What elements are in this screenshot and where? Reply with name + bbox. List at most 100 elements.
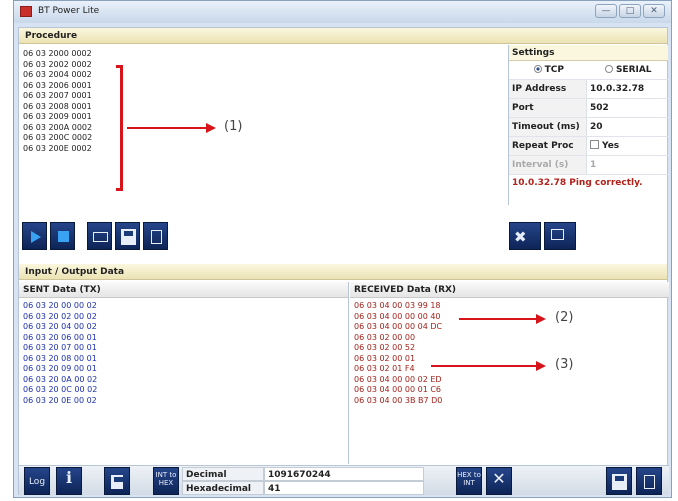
app-icon	[20, 6, 32, 17]
procedure-line[interactable]: 06 03 2007 0001	[23, 91, 507, 102]
sent-line: 06 03 20 00 00 02	[23, 301, 97, 310]
port-label: Port	[509, 99, 587, 117]
network-icon	[551, 229, 564, 240]
clear-output-button[interactable]	[636, 467, 662, 495]
clear-converter-button[interactable]: ✕	[486, 467, 512, 495]
calculator-icon	[111, 475, 123, 489]
sent-line: 06 03 20 04 00 02	[23, 322, 97, 331]
bottom-toolbar: Log i INT to HEX Decimal 1091670244 Hexa…	[19, 465, 669, 495]
received-line: 06 03 04 00 00 01 C6	[354, 385, 442, 394]
radio-selected-icon	[533, 65, 542, 73]
received-line: 06 03 04 00 3B B7 D0	[354, 395, 443, 405]
open-folder-icon	[93, 232, 108, 242]
radio-empty-icon	[604, 65, 613, 73]
procedure-line[interactable]: 06 03 200E 0002	[23, 144, 507, 155]
timeout-field[interactable]: 20	[587, 118, 668, 136]
timeout-label: Timeout (ms)	[509, 118, 587, 136]
procedure-line[interactable]: 06 03 2008 0001	[23, 102, 507, 113]
sent-panel[interactable]: SENT Data (TX) 06 03 20 00 00 02 06 03 2…	[19, 282, 349, 464]
port-field[interactable]: 502	[587, 99, 668, 117]
received-line: 06 03 04 00 00 04 DC	[354, 322, 443, 331]
save-icon	[612, 474, 627, 490]
annotation-arrow-2	[459, 318, 537, 320]
info-icon: i	[65, 468, 73, 487]
procedure-line[interactable]: 06 03 2000 0002	[23, 49, 507, 60]
procedure-line[interactable]: 06 03 200C 0002	[23, 133, 507, 144]
log-button[interactable]: Log	[24, 467, 50, 495]
stop-button[interactable]	[50, 222, 75, 250]
network-button[interactable]	[544, 222, 576, 250]
received-line: 06 03 02 00 52	[354, 343, 416, 352]
radio-tcp[interactable]: TCP	[509, 61, 589, 79]
decimal-field[interactable]: 1091670244	[264, 467, 424, 481]
int-to-hex-button[interactable]: INT to HEX	[153, 467, 179, 495]
log-icon: Log	[28, 477, 46, 487]
open-button[interactable]	[87, 222, 112, 250]
title-bar: BT Power Lite — □ ✕	[14, 1, 671, 23]
received-panel[interactable]: RECEIVED Data (RX) 06 03 04 00 03 99 18 …	[350, 282, 669, 464]
run-button[interactable]	[22, 222, 47, 250]
radio-serial-label: SERIAL	[615, 65, 652, 75]
annotation-label-3: (3)	[555, 357, 574, 372]
interval-field[interactable]: 1	[587, 156, 668, 174]
sent-line: 06 03 20 0A 00 02	[23, 374, 98, 384]
save-icon	[121, 229, 136, 245]
sent-line: 06 03 20 0E 00 02	[23, 395, 97, 405]
repeat-proc-checkbox[interactable]: Yes	[587, 137, 668, 155]
calculator-button[interactable]	[104, 467, 130, 495]
minimize-button[interactable]: —	[595, 4, 617, 18]
sent-header: SENT Data (TX)	[19, 282, 348, 298]
maximize-button[interactable]: □	[619, 4, 641, 18]
delete-procedure-button[interactable]	[143, 222, 168, 250]
hex-to-int-button[interactable]: HEX to INT	[456, 467, 482, 495]
sent-line: 06 03 20 06 00 01	[23, 332, 97, 342]
sent-line: 06 03 20 09 00 01	[23, 364, 97, 373]
io-header: Input / Output Data	[19, 264, 667, 280]
interval-label: Interval (s)	[509, 156, 587, 174]
save-procedure-button[interactable]	[115, 222, 140, 250]
annotation-bracket	[116, 65, 123, 191]
play-icon	[31, 231, 41, 243]
arrow-head-icon	[536, 314, 546, 324]
hexadecimal-label: Hexadecimal	[182, 481, 264, 495]
received-line: 06 03 02 00 01	[354, 353, 416, 363]
decimal-label: Decimal	[182, 467, 264, 481]
procedure-list[interactable]: 06 03 2000 0002 06 03 2002 0002 06 03 20…	[19, 45, 507, 205]
delete-icon	[644, 475, 655, 489]
ip-address-field[interactable]: 10.0.32.78	[587, 80, 668, 98]
sent-line: 06 03 20 0C 00 02	[23, 385, 98, 394]
window-title: BT Power Lite	[38, 6, 100, 16]
main-content: Procedure 06 03 2000 0002 06 03 2002 000…	[18, 27, 669, 495]
tools-button[interactable]: ✖	[509, 222, 541, 250]
hexadecimal-field[interactable]: 41	[264, 481, 424, 495]
close-window-button[interactable]: ✕	[643, 4, 665, 18]
settings-panel: Settings TCP SERIAL IP Address 10.0.32.7…	[508, 45, 668, 205]
repeat-proc-label: Repeat Proc	[509, 137, 587, 155]
procedure-line[interactable]: 06 03 2004 0002	[23, 70, 507, 81]
save-output-button[interactable]	[606, 467, 632, 495]
arrow-head-icon	[206, 123, 216, 133]
radio-tcp-label: TCP	[544, 65, 564, 75]
delete-icon	[151, 230, 162, 244]
settings-toolbar: ✖	[509, 222, 576, 252]
sent-line: 06 03 20 02 00 02	[23, 311, 97, 321]
annotation-arrow-3	[431, 365, 537, 367]
ping-status: 10.0.32.78 Ping correctly.	[512, 178, 643, 188]
settings-header: Settings	[509, 45, 668, 61]
received-line: 06 03 04 00 00 02 ED	[354, 374, 442, 384]
procedure-toolbar	[22, 222, 168, 252]
sent-line: 06 03 20 08 00 01	[23, 353, 97, 363]
repeat-proc-value: Yes	[602, 141, 620, 151]
info-button[interactable]: i	[56, 467, 82, 495]
annotation-label-2: (2)	[555, 310, 574, 325]
tools-icon: ✖	[514, 228, 527, 246]
stop-icon	[58, 231, 69, 242]
ip-address-label: IP Address	[509, 80, 587, 98]
procedure-line[interactable]: 06 03 2009 0001	[23, 112, 507, 123]
received-line: 06 03 02 00 00	[354, 332, 416, 342]
procedure-line[interactable]: 06 03 2002 0002	[23, 60, 507, 71]
procedure-line[interactable]: 06 03 2006 0001	[23, 81, 507, 92]
procedure-line[interactable]: 06 03 200A 0002	[23, 123, 507, 134]
radio-serial[interactable]: SERIAL	[589, 61, 669, 79]
protocol-selector: TCP SERIAL	[509, 61, 668, 80]
